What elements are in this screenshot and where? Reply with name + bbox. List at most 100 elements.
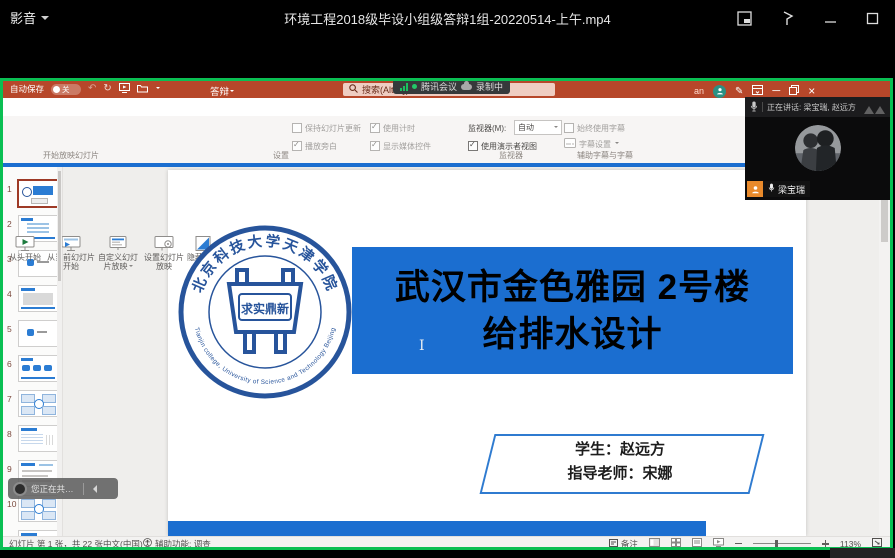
reading-view-icon[interactable]: [692, 538, 702, 549]
zoom-level[interactable]: 113%: [840, 539, 861, 549]
letterbox-bottom: [0, 550, 895, 558]
group-label: 监视器: [466, 150, 556, 161]
mini-player-icon[interactable]: [737, 11, 752, 26]
zoom-slider-thumb[interactable]: [775, 540, 778, 547]
keep-slides-updated-checkbox[interactable]: 保持幻灯片更新: [292, 122, 361, 134]
ppt-close-icon[interactable]: ×: [808, 86, 815, 97]
slideshow-qat-icon[interactable]: [119, 83, 130, 95]
ribbon-group-monitors: 监视器(M): 自动 使用演示者视图 监视器: [466, 116, 556, 162]
student-info-text: 学生：赵远方 指导老师：宋娜: [487, 438, 753, 486]
use-timings-checkbox[interactable]: 使用计时: [370, 122, 415, 134]
slide-thumbnail-6[interactable]: [18, 355, 58, 382]
ink-pen-icon[interactable]: ✎: [735, 86, 743, 97]
slide-number: 9: [7, 464, 12, 474]
minimize-window-icon[interactable]: [824, 12, 837, 25]
slide-thumbnail-4[interactable]: [18, 285, 58, 312]
qat-customize-icon[interactable]: [156, 87, 160, 91]
divider: [83, 483, 84, 495]
cast-to-device-icon[interactable]: [781, 11, 795, 26]
slide-sorter-view-icon[interactable]: [671, 538, 681, 549]
microphone-icon: [750, 101, 758, 114]
slide-number: 7: [7, 394, 12, 404]
participant-name: 梁宝瑞: [778, 183, 805, 196]
zoom-in-icon[interactable]: [822, 540, 829, 547]
divider: [762, 102, 763, 112]
setup-slideshow-icon: [154, 235, 174, 252]
autosave-state: 关: [62, 84, 70, 95]
custom-slideshow-icon: [108, 235, 128, 252]
participant-video[interactable]: 梁宝瑞: [745, 117, 890, 200]
toggle-knob: [53, 86, 60, 93]
chevron-down-icon: [230, 90, 234, 94]
recording-label: 录制中: [476, 80, 503, 93]
scroll-down-icon[interactable]: [881, 526, 887, 532]
meeting-logo-icon: [864, 101, 885, 114]
notes-icon: [609, 539, 618, 549]
speaking-text: 正在讲话: 梁宝瑞, 赵远方: [767, 102, 856, 113]
dropdown-chevron-icon: [554, 126, 558, 130]
ppt-minimize-icon[interactable]: ─: [772, 86, 780, 97]
slide-thumbnail-10[interactable]: [18, 495, 58, 522]
screen: 影音 环境工程2018级毕设小组级答辩1组-20220514-上午.mp4 自动…: [0, 0, 895, 558]
ppt-statusbar: 幻灯片 第 1 张，共 22 张 中文(中国) 辅助功能: 调查 备注 113%: [3, 536, 890, 550]
accessibility-status[interactable]: 辅助功能: 调查: [143, 538, 211, 549]
slide-number: 10: [7, 499, 16, 509]
slideshow-view-icon[interactable]: [713, 538, 724, 549]
autosave-label: 自动保存: [10, 83, 44, 95]
scrollbar-thumb[interactable]: [58, 171, 61, 281]
checkbox-icon: [292, 123, 302, 133]
dropdown-chevron-icon: [615, 142, 619, 146]
slide-title-line1: 武汉市金色雅园 2号楼: [395, 264, 750, 311]
text-cursor-ibeam: I: [419, 338, 425, 354]
monitor-dropdown[interactable]: 自动: [514, 120, 562, 135]
always-use-subtitles-checkbox[interactable]: 始终使用字幕: [564, 122, 625, 134]
slide-thumbnail-5[interactable]: [18, 320, 58, 347]
slide-counter: 幻灯片 第 1 张，共 22 张: [9, 538, 103, 549]
collapse-chevron-icon[interactable]: [89, 485, 97, 493]
subtitle-settings-button[interactable]: 字幕设置: [564, 138, 619, 150]
slide-thumbnail-8[interactable]: [18, 425, 58, 452]
slide-thumbnail-1[interactable]: [18, 180, 58, 207]
normal-view-icon[interactable]: [649, 538, 660, 549]
slide-number: 5: [7, 324, 12, 334]
dropdown-chevron-icon: [129, 265, 133, 269]
slide-number: 6: [7, 359, 12, 369]
maximize-window-icon[interactable]: [866, 12, 879, 25]
slide-thumbnail-7[interactable]: [18, 390, 58, 417]
checkbox-icon: [370, 123, 380, 133]
sharing-floating-bar[interactable]: 您正在共享屏幕: [8, 478, 118, 499]
account-name-text: an: [694, 86, 704, 96]
autosave-toggle[interactable]: 关: [51, 84, 81, 95]
sharing-status-text: 您正在共享屏幕: [31, 483, 79, 495]
meeting-video-overlay[interactable]: 正在讲话: 梁宝瑞, 赵远方 梁宝瑞: [745, 97, 890, 200]
svg-text:求实鼎新: 求实鼎新: [241, 301, 289, 316]
slide-title-banner[interactable]: 武汉市金色雅园 2号楼 给排水设计: [352, 247, 793, 374]
redo-icon[interactable]: ↻: [103, 84, 111, 94]
media-player-titlebar: 影音 环境工程2018级毕设小组级答辩1组-20220514-上午.mp4: [0, 0, 895, 40]
zoom-slider[interactable]: [753, 543, 811, 544]
editor-scrollbar[interactable]: [879, 170, 890, 536]
notes-button[interactable]: 备注: [609, 538, 638, 549]
language-indicator[interactable]: 中文(中国): [103, 538, 143, 549]
student-line: 学生：赵远方: [487, 438, 753, 462]
slide-number: 8: [7, 429, 12, 439]
account-avatar[interactable]: [713, 85, 726, 98]
ribbon-group-captions: 始终使用字幕 字幕设置 辅助字幕与字幕: [562, 116, 648, 162]
from-beginning-button[interactable]: 从头开始: [6, 235, 44, 262]
slideshow-current-icon: [61, 235, 81, 252]
slide-number: 4: [7, 289, 12, 299]
group-label: 辅助字幕与字幕: [562, 150, 648, 161]
custom-slideshow-button[interactable]: 自定义幻灯片放映: [96, 235, 140, 271]
meeting-status-badge[interactable]: 腾讯会议 录制中: [393, 79, 510, 94]
undo-icon[interactable]: ↶: [88, 84, 96, 94]
accessibility-icon: [143, 538, 152, 549]
open-folder-icon[interactable]: [137, 84, 148, 95]
zoom-out-icon[interactable]: [735, 543, 742, 545]
from-current-slide-button[interactable]: 从当前幻灯片开始: [46, 235, 96, 271]
participant-avatar: [795, 125, 841, 171]
online-dot-icon: [412, 84, 417, 89]
meeting-app-name: 腾讯会议: [421, 80, 457, 93]
subtitle-settings-icon: [564, 138, 576, 150]
document-title[interactable]: 答辩: [210, 84, 234, 98]
slide-footer-band: [168, 521, 706, 536]
